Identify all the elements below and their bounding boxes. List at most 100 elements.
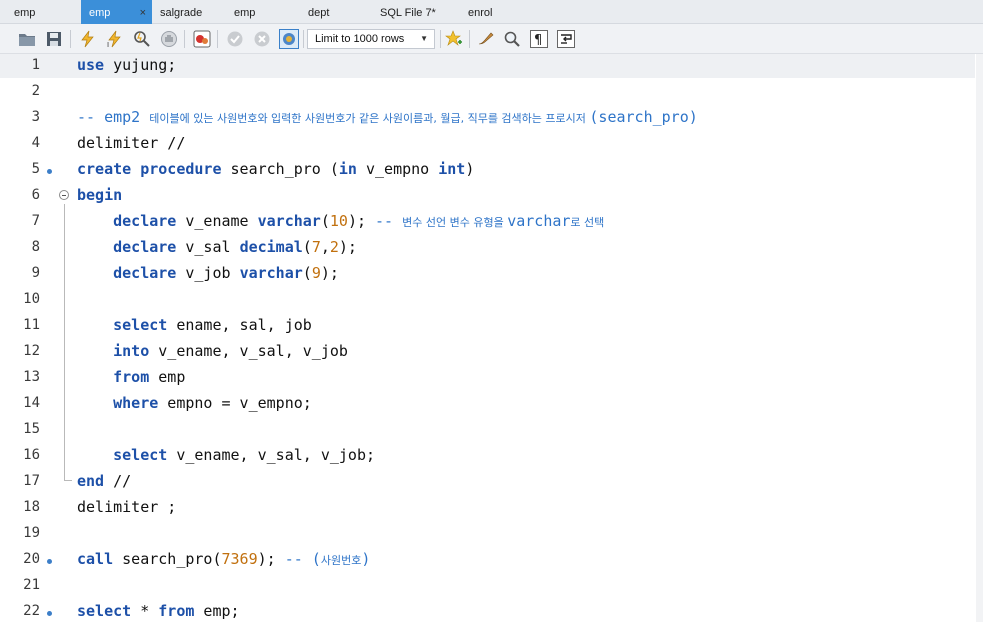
code-token: from [158, 602, 195, 620]
line-number: 7 [31, 213, 40, 229]
code-line[interactable]: 22 select * from emp; [0, 600, 976, 622]
toolbar-separator [217, 30, 218, 48]
sql-editor[interactable]: 1 use yujung; 2 3 -- emp2 테이블에 있는 사원번호와 입력한 … [0, 54, 983, 622]
code-line[interactable]: 7 declare v_ename varchar(10); -- 변수 선언 … [0, 210, 976, 236]
code-token: v_ename, v_sal, v_job; [167, 446, 376, 464]
code-token: 9 [311, 264, 321, 282]
find-icon[interactable] [503, 30, 521, 48]
autocommit-icon[interactable] [279, 29, 299, 49]
code-line[interactable]: 5 create procedure search_pro (in v_empno… [0, 158, 976, 184]
line-number: 22 [23, 603, 40, 619]
line-number: 16 [23, 447, 40, 463]
code-line[interactable]: 15 [0, 418, 976, 444]
code-token: (search_pro) [589, 108, 698, 126]
toolbar-separator [303, 30, 304, 48]
code-token: call [77, 550, 114, 568]
open-folder-icon[interactable] [18, 30, 36, 48]
line-number: 3 [31, 109, 40, 125]
code-line[interactable]: 9 declare v_job varchar(9); [0, 262, 976, 288]
beautify-star-icon[interactable] [445, 30, 463, 48]
code-token: varchar [257, 212, 321, 230]
code-line[interactable]: 18 delimiter ; [0, 496, 976, 522]
toolbar-separator [469, 30, 470, 48]
code-text: where empno = v_empno; [77, 394, 312, 412]
code-token: from [113, 368, 150, 386]
fold-range-line [64, 204, 65, 480]
invisible-chars-icon[interactable]: ¶ [530, 30, 548, 48]
code-text: delimiter // [77, 134, 185, 152]
code-line[interactable]: 17 end // [0, 470, 976, 496]
execute-icon[interactable] [79, 30, 97, 48]
code-line[interactable]: 3 -- emp2 테이블에 있는 사원번호와 입력한 사원번호가 같은 사원이름… [0, 106, 976, 132]
stop-icon[interactable] [160, 30, 178, 48]
code-token: into [113, 342, 150, 360]
code-token: ( [302, 264, 312, 282]
code-line[interactable]: 12 into v_ename, v_sal, v_job [0, 340, 976, 366]
line-number: 8 [31, 239, 40, 255]
code-line[interactable]: 10 [0, 288, 976, 314]
vertical-scrollbar[interactable] [976, 54, 983, 622]
tab-salgrade[interactable]: salgrade [152, 0, 226, 24]
code-token: v_ename [176, 212, 258, 230]
code-token: emp; [194, 602, 240, 620]
wrap-icon[interactable] [557, 30, 575, 48]
code-text: into v_ename, v_sal, v_job [77, 342, 348, 360]
code-line[interactable]: 14 where empno = v_empno; [0, 392, 976, 418]
tab-sql-file-7[interactable]: SQL File 7* [372, 0, 460, 24]
limit-rows-select[interactable]: Limit to 1000 rows ▼ [307, 29, 435, 49]
code-text: from emp [77, 368, 185, 386]
code-line[interactable]: 19 [0, 522, 976, 548]
code-token: ( [320, 212, 330, 230]
code-token: declare [113, 212, 177, 230]
code-line[interactable]: 2 [0, 80, 976, 106]
tab-dept[interactable]: dept [300, 0, 372, 24]
code-token: delimiter // [77, 134, 186, 152]
code-line[interactable]: 21 [0, 574, 976, 600]
code-token: ) [361, 550, 371, 568]
tab-emp-1[interactable]: emp [6, 0, 81, 24]
code-text: end // [77, 472, 131, 490]
line-number: 18 [23, 499, 40, 515]
code-line[interactable]: 11 select ename, sal, job [0, 314, 976, 340]
toolbar-separator [440, 30, 441, 48]
line-number: 4 [31, 135, 40, 151]
code-line[interactable]: 1 use yujung; [0, 54, 976, 80]
code-text: select ename, sal, job [77, 316, 312, 334]
code-token: -- emp2 [77, 108, 150, 126]
tab-emp-2[interactable]: emp [226, 0, 300, 24]
code-line[interactable]: 6 begin [0, 184, 976, 210]
save-icon[interactable] [45, 30, 63, 48]
line-number: 10 [23, 291, 40, 307]
rollback-icon[interactable] [253, 30, 271, 48]
code-token: begin [77, 186, 123, 204]
toolbar-separator [70, 30, 71, 48]
execute-current-icon[interactable]: I [106, 30, 124, 48]
code-line[interactable]: 4 delimiter // [0, 132, 976, 158]
code-token: use [77, 56, 105, 74]
code-line[interactable]: 16 select v_ename, v_sal, v_job; [0, 444, 976, 470]
explain-icon[interactable] [133, 30, 151, 48]
statement-marker-icon [47, 559, 52, 564]
statement-marker-icon [47, 169, 52, 174]
code-token: ); [347, 212, 376, 230]
code-line[interactable]: 13 from emp [0, 366, 976, 392]
code-token: search_pro( [113, 550, 222, 568]
toggle-error-icon[interactable] [193, 30, 211, 48]
code-token: v_sal [176, 238, 240, 256]
code-line[interactable]: 8 declare v_sal decimal(7,2); [0, 236, 976, 262]
code-token: 변수 선언 변수 유형을 [402, 216, 508, 229]
fold-toggle-icon[interactable] [59, 190, 69, 200]
code-token: select [113, 316, 168, 334]
brush-icon[interactable] [477, 30, 495, 48]
tab-emp-active[interactable]: emp × [81, 0, 152, 24]
code-token: 테이블에 있는 사원번호와 입력한 사원번호가 같은 사원이름과, 월급, 직무… [149, 112, 590, 125]
code-token: delimiter ; [77, 498, 177, 516]
commit-icon[interactable] [226, 30, 244, 48]
code-line[interactable]: 20 call search_pro(7369); -- (사원번호) [0, 548, 976, 574]
code-token: end [77, 472, 105, 490]
tab-enrol[interactable]: enrol [460, 0, 540, 24]
code-token: -- ( [284, 550, 321, 568]
close-tab-icon[interactable]: × [140, 0, 146, 26]
